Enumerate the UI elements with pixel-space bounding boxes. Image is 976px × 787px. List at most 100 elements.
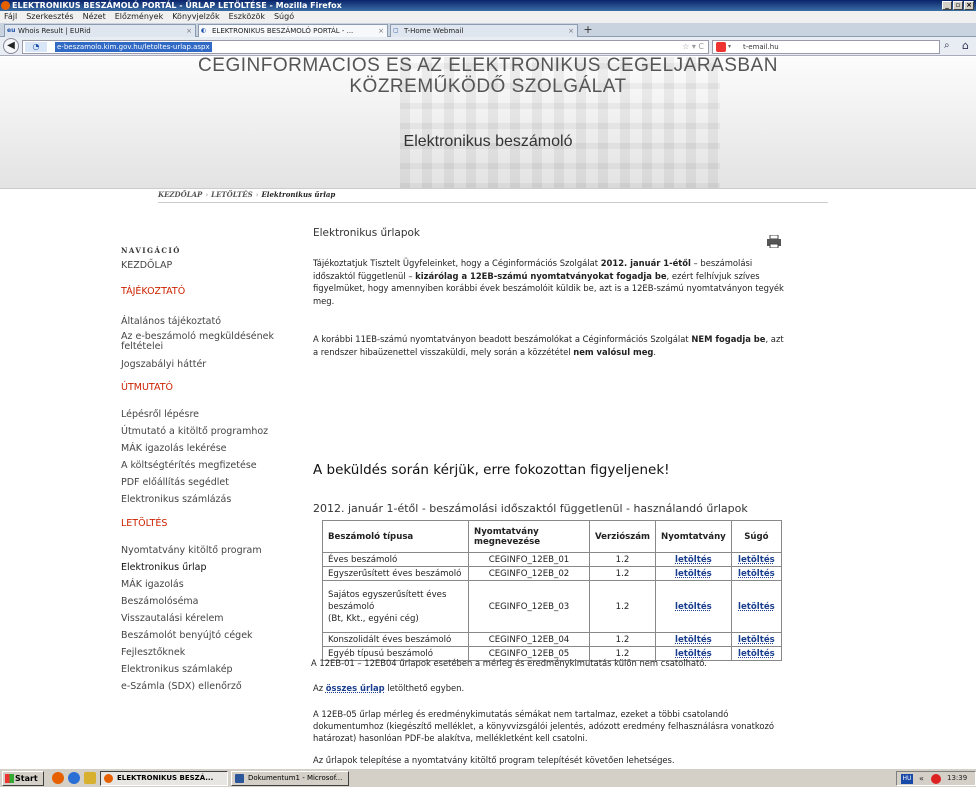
- help-download-link[interactable]: letöltés: [738, 635, 775, 645]
- breadcrumb-current: Elektronikus űrlap: [261, 190, 336, 199]
- warning-paragraph: A korábbi 11EB-számú nyomtatványon beado…: [313, 334, 784, 357]
- sidebar-item-e-invoicing[interactable]: Elektronikus számlázás: [121, 494, 306, 505]
- sidebar-item-mak-cert[interactable]: MÁK igazolás: [121, 579, 306, 590]
- chevron-down-icon[interactable]: ▾: [728, 41, 731, 53]
- sidebar-item-legal[interactable]: Jogszabályi háttér: [121, 359, 306, 370]
- window-title-bar: ELEKTRONIKUS BESZÁMOLÓ PORTÁL - ŰRLAP LE…: [0, 0, 976, 11]
- version: 1.2: [589, 580, 656, 633]
- sidebar-item-conditions[interactable]: Az e-beszámoló megküldésének feltételei: [121, 332, 306, 352]
- sidebar-item-program-guide[interactable]: Útmutató a kitöltő programhoz: [121, 426, 306, 437]
- tab-whois[interactable]: eu Whois Result | EURid ×: [4, 24, 196, 37]
- column-header: Beszámoló típusa: [322, 520, 469, 553]
- version: 1.2: [589, 566, 656, 581]
- help-download-link[interactable]: letöltés: [738, 569, 775, 579]
- search-bar[interactable]: ▾ t-email.hu: [712, 40, 940, 54]
- firefox-icon: [1, 1, 10, 10]
- menu-edit[interactable]: Szerkesztés: [26, 11, 73, 23]
- sidebar-item-schema[interactable]: Beszámolóséma: [121, 596, 306, 607]
- banner-line-1: CÉGINFORMÁCIÓS ÉS AZ ELEKTRONIKUS CÉGELJ…: [198, 57, 778, 76]
- restore-button[interactable]: ▫: [953, 1, 963, 10]
- form-download-link[interactable]: letöltés: [675, 602, 712, 612]
- breadcrumb-home[interactable]: KEZDŐLAP: [158, 190, 202, 199]
- menu-help[interactable]: Súgó: [274, 11, 294, 23]
- sidebar-item-step-by-step[interactable]: Lépésről lépésre: [121, 409, 306, 420]
- sidebar-item-companies[interactable]: Beszámolót benyújtó cégek: [121, 630, 306, 641]
- sidebar-item-developers[interactable]: Fejlesztőknek: [121, 647, 306, 658]
- home-icon[interactable]: ⌂: [962, 39, 969, 52]
- form-download-link[interactable]: letöltés: [675, 635, 712, 645]
- sidebar-item-general-info[interactable]: Általános tájékoztató: [121, 316, 306, 327]
- tab-beszamolo[interactable]: ◐ ELEKTRONIKUS BESZÁMOLÓ PORTÁL - ... ×: [198, 24, 388, 37]
- sidebar-item-sdx-checker[interactable]: e-Számla (SDX) ellenőrző: [121, 681, 306, 692]
- url-bar[interactable]: ◔ e-beszamolo.kim.gov.hu/letoltes-urlap.…: [22, 40, 709, 54]
- report-type: Sajátos egyszerűsített éves beszámoló: [328, 589, 447, 612]
- forms-table: Beszámoló típusa Nyomtatvány megnevezése…: [322, 520, 783, 661]
- system-tray: HU « 13:39: [896, 771, 976, 786]
- url-text[interactable]: e-beszamolo.kim.gov.hu/letoltes-urlap.as…: [55, 42, 212, 52]
- menu-tools[interactable]: Eszközök: [229, 11, 265, 23]
- tab-label: T-Home Webmail: [404, 27, 464, 35]
- sidebar-item-refund[interactable]: Visszautalási kérelem: [121, 613, 306, 624]
- sidebar-item-home[interactable]: KEZDŐLAP: [121, 260, 306, 271]
- sidebar-item-invoice-image[interactable]: Elektronikus számlakép: [121, 664, 306, 675]
- help-download-link[interactable]: letöltés: [738, 602, 775, 612]
- form-download-link[interactable]: letöltés: [675, 555, 712, 565]
- form-download-link[interactable]: letöltés: [675, 569, 712, 579]
- menu-history[interactable]: Előzmények: [115, 11, 163, 23]
- menu-bookmarks[interactable]: Könyvjelzők: [172, 11, 219, 23]
- start-button[interactable]: Start: [2, 771, 44, 786]
- close-tab-icon[interactable]: ×: [378, 25, 384, 37]
- chevron-left-icon[interactable]: «: [919, 772, 924, 785]
- taskbar-item-firefox[interactable]: ELEKTRONIKUS BESZÁ...: [100, 771, 228, 786]
- sidebar-item-pdf-help[interactable]: PDF előállítás segédlet: [121, 477, 306, 488]
- close-window-button[interactable]: ×: [964, 1, 974, 10]
- intro-paragraph: Tájékoztatjuk Tisztelt Ügyfeleinket, hog…: [313, 258, 784, 306]
- form-name: CEGINFO_12EB_03: [468, 580, 590, 633]
- language-indicator[interactable]: HU: [901, 774, 913, 784]
- sidebar-section-download[interactable]: LETÖLTÉS: [121, 518, 306, 529]
- sidebar-item-mak-request[interactable]: MÁK igazolás lekérése: [121, 443, 306, 454]
- site-identity-icon[interactable]: ◔: [25, 42, 47, 52]
- tab-label: Whois Result | EURid: [18, 27, 91, 35]
- table-row: Konszolidált éves beszámoló CEGINFO_12EB…: [322, 632, 783, 647]
- search-icon[interactable]: ⌕: [944, 40, 950, 51]
- back-button[interactable]: ◀: [3, 38, 19, 54]
- close-tab-icon[interactable]: ×: [568, 25, 574, 37]
- tab-bar: eu Whois Result | EURid × ◐ ELEKTRONIKUS…: [0, 23, 976, 37]
- window-controls: _ ▫ ×: [942, 1, 974, 10]
- sidebar-section-info[interactable]: TÁJÉKOZTATÓ: [121, 286, 306, 297]
- column-header: Verziószám: [589, 520, 656, 553]
- close-tab-icon[interactable]: ×: [186, 25, 192, 37]
- taskbar-item-word[interactable]: Dokumentum1 - Microsof...: [231, 771, 349, 786]
- sidebar-item-fee-payment[interactable]: A költségtérítés megfizetése: [121, 460, 306, 471]
- page-icon: ◐: [201, 27, 207, 34]
- firefox-quicklaunch-icon[interactable]: [52, 772, 64, 784]
- search-engine-icon[interactable]: [716, 42, 726, 52]
- all-forms-link[interactable]: összes űrlap: [326, 683, 385, 693]
- sidebar-item-e-form[interactable]: Elektronikus űrlap: [121, 562, 306, 573]
- help-download-link[interactable]: letöltés: [738, 555, 775, 565]
- menu-bar: Fájl Szerkesztés Nézet Előzmények Könyvj…: [0, 11, 976, 23]
- new-tab-button[interactable]: +: [580, 24, 596, 37]
- minimize-button[interactable]: _: [942, 1, 952, 10]
- breadcrumb-download[interactable]: LETÖLTÉS: [211, 190, 253, 199]
- sidebar-item-filler-program[interactable]: Nyomtatvány kitöltő program: [121, 545, 306, 556]
- tray-app-icon[interactable]: [931, 774, 941, 784]
- column-header: Súgó: [730, 520, 783, 553]
- print-icon[interactable]: [767, 235, 781, 248]
- report-type-cell: Sajátos egyszerűsített éves beszámoló (Bt…: [322, 580, 469, 633]
- note-12eb05: A 12EB-05 űrlap mérleg és eredménykimuta…: [313, 709, 775, 743]
- sidebar-section-guide[interactable]: ÚTMUTATÓ: [121, 382, 306, 393]
- page-viewport: CÉGINFORMÁCIÓS ÉS AZ ELEKTRONIKUS CÉGELJ…: [0, 57, 976, 768]
- banner-line-2: KÖZREMŰKÖDŐ SZOLGÁLAT: [349, 76, 627, 97]
- menu-view[interactable]: Nézet: [83, 11, 106, 23]
- explorer-quicklaunch-icon[interactable]: [84, 772, 96, 784]
- tab-label: ELEKTRONIKUS BESZÁMOLÓ PORTÁL - ...: [212, 27, 354, 35]
- tab-webmail[interactable]: ▢ T-Home Webmail ×: [390, 24, 578, 37]
- menu-file[interactable]: Fájl: [4, 11, 17, 23]
- report-type: Éves beszámoló: [322, 552, 469, 567]
- url-bar-controls[interactable]: ☆ ▾ C: [682, 41, 704, 53]
- ie-quicklaunch-icon[interactable]: [68, 772, 80, 784]
- version: 1.2: [589, 552, 656, 567]
- column-header: Nyomtatvány megnevezése: [468, 520, 590, 553]
